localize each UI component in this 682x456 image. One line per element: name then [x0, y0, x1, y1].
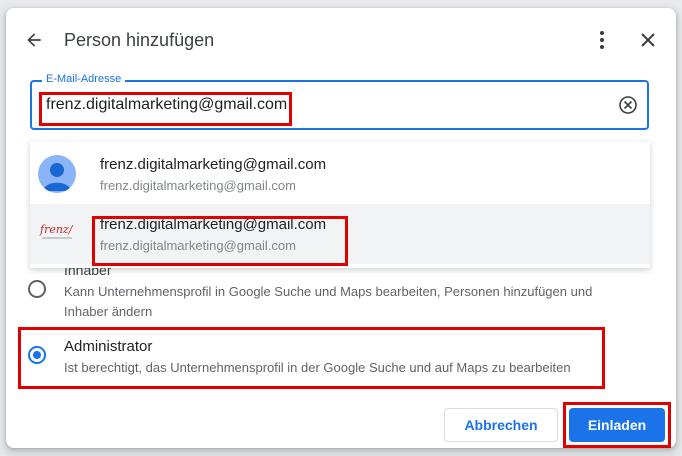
radio-administrator[interactable] — [28, 346, 46, 364]
email-input[interactable] — [40, 92, 612, 118]
role-title-administrator: Administrator — [64, 338, 153, 355]
email-field-label: E-Mail-Adresse — [42, 73, 126, 85]
suggestion-item[interactable]: frenz.digitalmarketing@gmail.com frenz.d… — [30, 144, 650, 204]
frenz-logo-icon: frenz/ — [38, 219, 78, 245]
close-icon[interactable] — [634, 26, 662, 54]
cancel-button[interactable]: Abbrechen — [444, 408, 558, 442]
add-person-dialog: Person hinzufügen E-Mail-Adresse Inhaber… — [6, 8, 676, 448]
suggestion-item[interactable]: frenz/ frenz.digitalmarketing@gmail.com … — [30, 204, 650, 264]
logo-text: frenz/ — [39, 223, 74, 236]
suggestion-email: frenz.digitalmarketing@gmail.com — [100, 178, 296, 193]
suggestion-name: frenz.digitalmarketing@gmail.com — [100, 156, 327, 173]
invite-button[interactable]: Einladen — [569, 408, 665, 442]
person-avatar-icon — [38, 155, 76, 193]
back-arrow-icon[interactable] — [20, 26, 48, 54]
email-field[interactable]: E-Mail-Adresse — [30, 73, 649, 130]
more-vert-icon[interactable] — [592, 26, 612, 54]
suggestion-name: frenz.digitalmarketing@gmail.com — [100, 216, 327, 233]
suggestion-dropdown: frenz.digitalmarketing@gmail.com frenz.d… — [30, 142, 650, 268]
suggestion-email: frenz.digitalmarketing@gmail.com — [100, 238, 296, 253]
dialog-title: Person hinzufügen — [64, 30, 215, 50]
role-description-administrator: Ist berechtigt, das Unternehmensprofil i… — [64, 360, 571, 375]
clear-icon[interactable] — [617, 94, 639, 116]
role-description-owner: Kann Unternehmensprofil in Google Suche … — [64, 284, 593, 319]
radio-owner[interactable] — [28, 280, 46, 298]
